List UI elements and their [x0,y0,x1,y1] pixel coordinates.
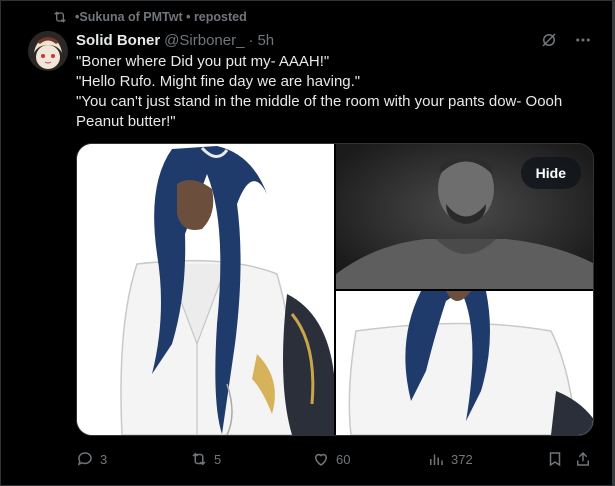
views-button[interactable]: 372 [427,450,473,468]
tweet-line: "Hello Rufo. Might fine day we are havin… [76,73,361,90]
media-image-3[interactable] [336,291,593,435]
repost-button[interactable]: 5 [190,450,221,468]
reply-count: 3 [100,451,108,467]
repost-indicator[interactable]: • Sukuna of PMTwt • reposted [52,9,247,25]
share-icon [577,451,589,466]
grok-icon[interactable] [539,30,559,50]
avatar[interactable] [28,31,68,71]
hide-button[interactable]: Hide [520,157,581,189]
views-icon [430,454,443,465]
repost-icon [192,452,206,466]
tweet-line: "Boner where Did you put my- AAAH!" [76,53,330,70]
repost-icon [54,11,66,23]
media-image-1[interactable] [77,144,334,435]
timestamp[interactable]: 5h [257,32,274,49]
tweet-line: "You can't just stand in the middle of t… [76,93,563,130]
more-icon[interactable] [573,30,593,50]
media-grid: Hide [76,143,594,436]
reply-button[interactable]: 3 [76,450,107,468]
separator: · [248,31,254,49]
like-count: 60 [336,451,351,467]
bookmark-button[interactable] [546,450,564,468]
user-handle[interactable]: @Sirboner_ [164,32,244,49]
display-name[interactable]: Solid Boner [76,32,160,49]
views-count: 372 [451,451,473,467]
tweet-top-actions [539,30,593,50]
tweet-actions: 3 5 60 372 [76,450,598,470]
media-image-2[interactable]: Hide [336,144,593,289]
share-button[interactable] [574,450,592,468]
heart-icon [314,453,328,466]
reply-icon [77,452,92,466]
repost-label[interactable]: Sukuna of PMTwt • reposted [79,10,246,24]
repost-count: 5 [214,451,222,467]
like-button[interactable]: 60 [312,450,350,468]
bookmark-icon [549,452,561,467]
tweet-text: "Boner where Did you put my- AAAH!" "Hel… [76,52,596,132]
tweet-header: Solid Boner @Sirboner_ · 5h [76,31,274,49]
